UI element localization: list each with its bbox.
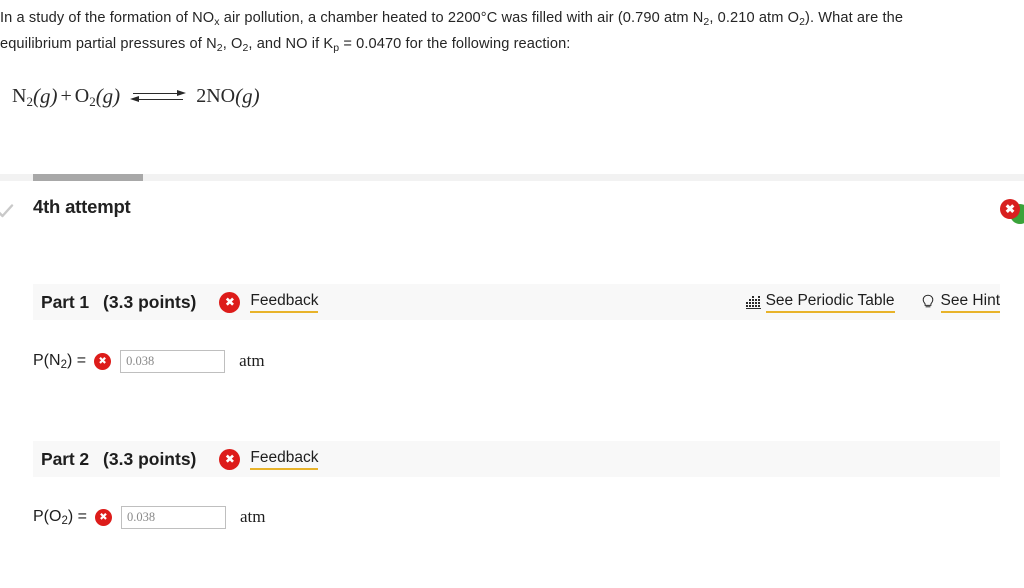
see-hint-label: See Hint (940, 292, 1000, 313)
question-line-1-part-d: ). What are the (805, 10, 904, 26)
part-2-title: Part 2 (41, 448, 90, 469)
part-2-answer-label-post: ) = (67, 508, 87, 525)
part-2-points: (3.3 points) (103, 448, 197, 469)
part-1-title: Part 1 (41, 291, 90, 312)
periodic-table-icon (745, 295, 761, 309)
equation-reactant-2-state: (g) (95, 84, 121, 108)
part-2-answer-label-sub: 2 (61, 515, 68, 527)
part-2-answer-label: P(O2) = (33, 508, 87, 527)
part-1-tools: See Periodic Table See Hint (745, 292, 1000, 313)
question-subscript-o2-b: 2 (242, 42, 249, 54)
part-1-answer-status-icon: ✖ (94, 352, 112, 370)
equation-product-state: (g) (235, 84, 260, 108)
part-1-answer-row: P(N2) = ✖ atm (33, 348, 265, 374)
part-1-answer-unit: atm (239, 351, 265, 370)
part-1-status-icon: ✖ (219, 291, 241, 313)
question-line-2-part-c: , and NO if K (248, 36, 334, 52)
question-prompt: In a study of the formation of NOx air p… (0, 6, 960, 58)
question-line-2-part-d: = 0.0470 for the following reaction: (339, 36, 571, 52)
question-subscript-kp: p (333, 42, 340, 54)
equation-plus-sign: + (60, 85, 72, 107)
question-line-1-part-b: air pollution, a chamber heated to 2200°… (219, 10, 704, 26)
attempt-progress-fill (33, 174, 143, 181)
part-1-answer-label-pre: P(N (33, 352, 61, 369)
equation-reactant-1-subscript: 2 (26, 93, 33, 109)
question-subscript-o2: 2 (799, 16, 806, 28)
see-periodic-table-label: See Periodic Table (765, 292, 895, 313)
equilibrium-arrow-icon (130, 89, 187, 105)
part-2-answer-label-pre: P(O (33, 508, 62, 525)
part-2-answer-row: P(O2) = ✖ atm (33, 504, 265, 530)
question-line-2-part-b: , O (222, 36, 243, 52)
question-line-2-part-a: equilibrium partial pressures of N (0, 36, 217, 52)
part-1-answer-label-post: ) = (66, 352, 87, 369)
part-1-answer-input[interactable] (120, 349, 226, 373)
part-1-header: Part 1 (3.3 points) ✖ Feedback See Perio… (33, 284, 1000, 320)
part-1-feedback-link[interactable]: Feedback (250, 292, 319, 313)
part-2-answer-input[interactable] (120, 505, 226, 529)
question-subscript-n2: 2 (703, 16, 710, 28)
edge-status-badges: ✖ (998, 198, 1024, 228)
part-1-answer-label: P(N2) = (33, 352, 87, 371)
see-hint-link[interactable]: See Hint (921, 292, 1000, 313)
question-subscript-n2-b: 2 (216, 42, 223, 54)
equation-product-coefficient: 2 (196, 85, 207, 107)
attempt-row: 4th attempt (0, 196, 1024, 230)
equation-reactant-2-subscript: 2 (89, 93, 96, 109)
question-line-1-part-c: , 0.210 atm O (709, 10, 800, 26)
attempt-label: 4th attempt (33, 196, 131, 217)
part-2-feedback-link[interactable]: Feedback (250, 449, 319, 470)
part-1-points: (3.3 points) (103, 291, 197, 312)
part-1-answer-label-sub: 2 (60, 359, 67, 371)
lightbulb-icon (921, 294, 935, 310)
part-2-header: Part 2 (3.3 points) ✖ Feedback (33, 441, 1000, 477)
attempt-progress-track (0, 174, 1024, 181)
check-icon (0, 202, 14, 220)
equation-reactant-2: O (74, 85, 90, 107)
part-2-status-icon: ✖ (219, 448, 241, 470)
equation-product: NO (206, 85, 236, 107)
question-line-1-part-a: In a study of the formation of NO (0, 10, 215, 26)
chemical-equation: N 2 (g) + O 2 (g) 2 NO (g) (12, 84, 260, 109)
see-periodic-table-link[interactable]: See Periodic Table (745, 292, 895, 313)
error-badge-icon: ✖ (1000, 199, 1020, 219)
equation-reactant-1: N (12, 85, 27, 107)
part-2-answer-status-icon: ✖ (94, 508, 112, 526)
part-2-answer-unit: atm (239, 507, 266, 526)
equation-reactant-1-state: (g) (32, 84, 58, 108)
question-subscript-x: x (214, 16, 220, 28)
